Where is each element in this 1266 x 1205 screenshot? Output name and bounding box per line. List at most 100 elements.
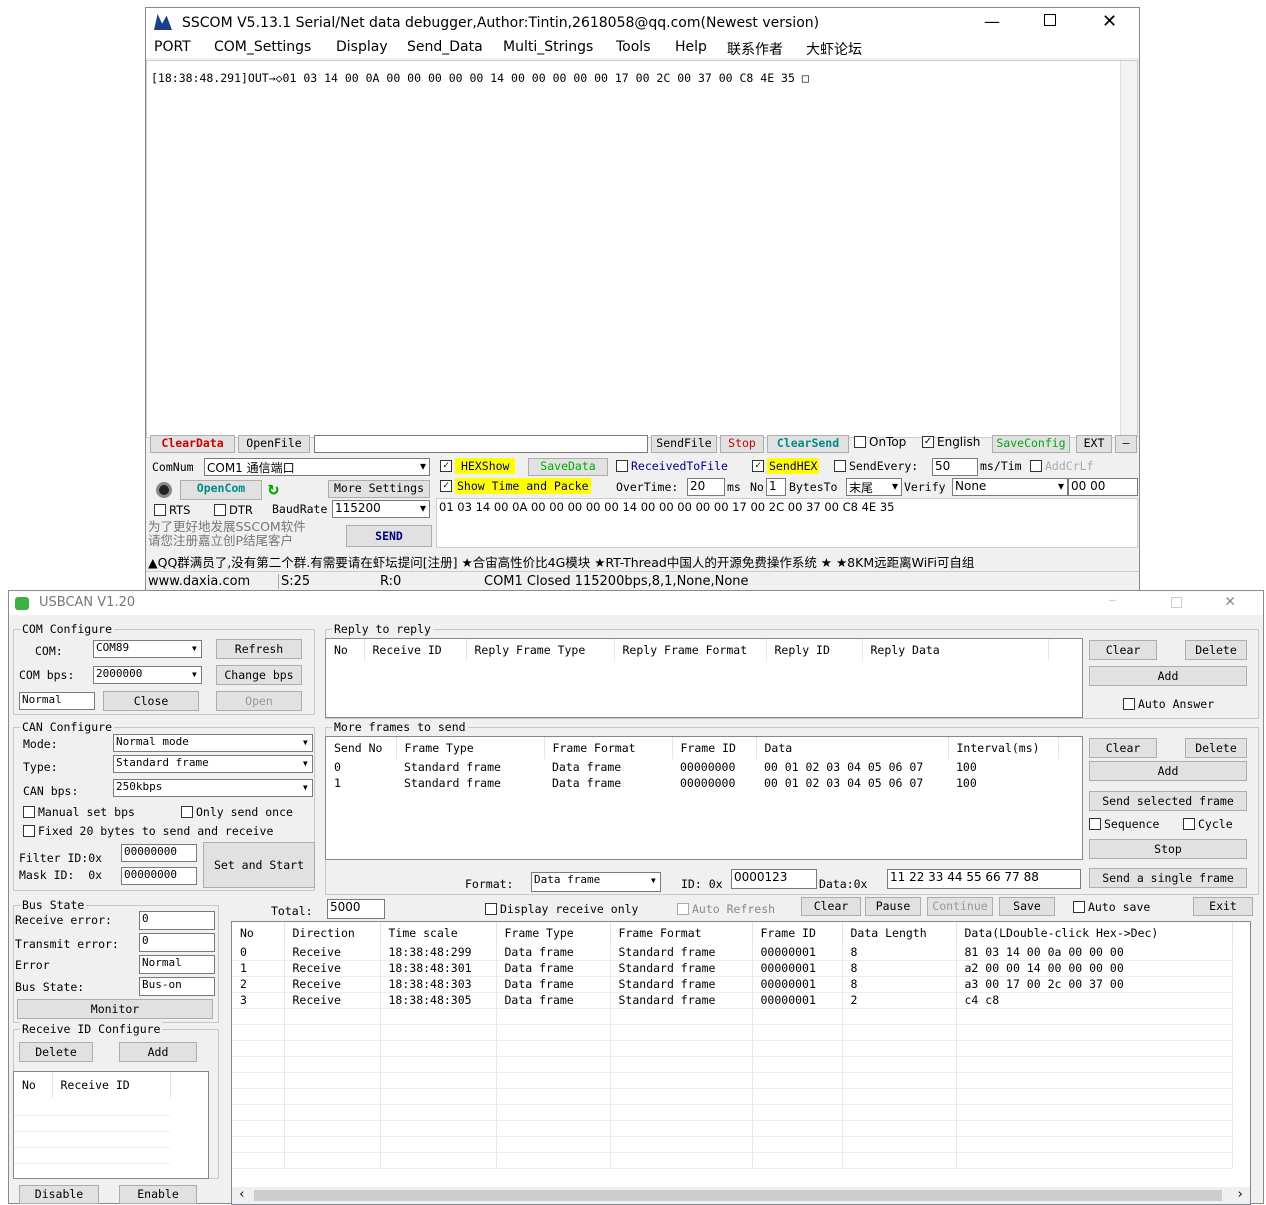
receive-id-table[interactable]: No Receive ID	[13, 1071, 209, 1179]
table-row[interactable]: 1 Receive 18:38:48:301 Data frame Standard f…	[232, 960, 1233, 977]
monitor-button[interactable]: Monitor	[17, 999, 213, 1019]
file-path-input[interactable]	[314, 435, 648, 453]
more-settings-button[interactable]: More Settings	[328, 480, 430, 498]
refresh-button[interactable]: Refresh	[216, 639, 302, 659]
enable-button[interactable]: Enable	[119, 1185, 197, 1204]
set-and-start-button[interactable]: Set and Start	[203, 842, 315, 888]
com-bps-select[interactable]: 2000000	[93, 666, 202, 684]
dtr-checkbox[interactable]: DTR	[214, 503, 253, 517]
received-to-file-checkbox[interactable]: ReceivedToFile	[616, 459, 728, 473]
ext-button[interactable]: EXT	[1076, 435, 1112, 453]
scroll-left-icon[interactable]: ‹	[238, 1187, 246, 1202]
comnum-select[interactable]: COM1 通信端口	[204, 458, 430, 476]
horizontal-scrollbar[interactable]: ‹ ›	[232, 1187, 1250, 1204]
can-bps-select[interactable]: 250kbps	[113, 779, 313, 797]
table-row[interactable]: 0 Receive 18:38:48:299 Data frame Standard f…	[232, 944, 1233, 961]
pause-button[interactable]: Pause	[865, 897, 921, 916]
send-single-frame-button[interactable]: Send a single frame	[1089, 868, 1247, 888]
savedata-button[interactable]: SaveData	[528, 458, 608, 476]
auto-save-checkbox[interactable]: Auto save	[1073, 900, 1150, 914]
mode-select[interactable]: Normal mode	[113, 734, 313, 752]
received-frames-table[interactable]: No Direction Time scale Frame Type Frame…	[231, 921, 1251, 1205]
sendhex-checkbox[interactable]: ✓ SendHEX	[752, 458, 820, 474]
table-row[interactable]: 3 Receive 18:38:48:305 Data frame Standard f…	[232, 992, 1233, 1009]
menu-help[interactable]: Help	[675, 39, 707, 55]
send-clear-button[interactable]: Clear	[1089, 738, 1157, 758]
menu-tools[interactable]: Tools	[616, 39, 651, 55]
continue-button[interactable]: Continue	[927, 897, 993, 916]
maximize-icon[interactable]	[1044, 14, 1056, 26]
open-file-button[interactable]: OpenFile	[238, 435, 310, 453]
stop-button[interactable]: Stop	[720, 435, 764, 453]
scroll-right-icon[interactable]: ›	[1236, 1187, 1244, 1202]
baudrate-select[interactable]: 115200	[332, 500, 430, 518]
save-button[interactable]: Save	[999, 897, 1055, 916]
minimize-icon[interactable]: —	[1109, 593, 1116, 606]
bytes-to-select[interactable]: 末尾	[846, 478, 902, 496]
manual-bps-checkbox[interactable]: Manual set bps	[23, 805, 135, 819]
send-frames-table[interactable]: Send No Frame Type Frame Format Frame ID…	[325, 736, 1083, 860]
table-row[interactable]: 0 Standard frame Data frame 00000000 00 01 0…	[326, 759, 1058, 775]
scroll-thumb[interactable]	[254, 1190, 1222, 1201]
close-button[interactable]: Close	[103, 691, 199, 711]
menu-display[interactable]: Display	[336, 39, 388, 55]
menu-contact[interactable]: 联系作者	[727, 39, 783, 59]
auto-refresh-checkbox[interactable]: Auto Refresh	[677, 902, 775, 916]
english-checkbox[interactable]: ✓ English	[922, 435, 980, 449]
total-input[interactable]: 5000	[327, 899, 385, 919]
log-scrollbar[interactable]	[1120, 61, 1137, 437]
filter-id-input[interactable]: 00000000	[121, 844, 197, 862]
menu-com-settings[interactable]: COM_Settings	[214, 39, 311, 55]
collapse-button[interactable]: —	[1115, 435, 1137, 453]
sequence-checkbox[interactable]: Sequence	[1089, 817, 1159, 831]
maximize-icon[interactable]	[1171, 597, 1182, 608]
on-top-checkbox[interactable]: OnTop	[854, 435, 906, 449]
reply-delete-button[interactable]: Delete	[1185, 640, 1247, 660]
send-selected-frame-button[interactable]: Send selected frame	[1089, 791, 1247, 811]
reply-add-button[interactable]: Add	[1089, 666, 1247, 686]
send-button[interactable]: SEND	[346, 525, 432, 547]
fixed-20-bytes-checkbox[interactable]: Fixed 20 bytes to send and receive	[23, 824, 273, 838]
menu-forum[interactable]: 大虾论坛	[806, 39, 862, 59]
send-file-button[interactable]: SendFile	[651, 435, 717, 453]
com-select[interactable]: COM89	[93, 640, 202, 658]
change-bps-button[interactable]: Change bps	[216, 665, 302, 685]
table-row[interactable]: 2 Receive 18:38:48:303 Data frame Standard f…	[232, 976, 1233, 993]
only-send-once-checkbox[interactable]: Only send once	[181, 805, 293, 819]
clear-send-button[interactable]: ClearSend	[767, 435, 849, 453]
save-config-button[interactable]: SaveConfig	[992, 435, 1070, 453]
table-row[interactable]: 1 Standard frame Data frame 00000000 00 01 0…	[326, 775, 1058, 791]
open-com-button[interactable]: OpenCom	[180, 480, 262, 500]
mask-id-input[interactable]: 00000000	[121, 867, 197, 885]
open-button[interactable]: Open	[216, 691, 302, 711]
reply-clear-button[interactable]: Clear	[1089, 640, 1157, 660]
close-icon[interactable]: ✕	[1225, 591, 1235, 611]
send-every-checkbox[interactable]: SendEvery:	[834, 459, 918, 473]
send-delete-button[interactable]: Delete	[1185, 738, 1247, 758]
send-every-input[interactable]: 50	[932, 458, 978, 476]
menu-multi-strings[interactable]: Multi_Strings	[503, 39, 593, 55]
menu-send-data[interactable]: Send_Data	[407, 39, 483, 55]
cycle-checkbox[interactable]: Cycle	[1183, 817, 1233, 831]
overtime-input[interactable]: 20	[687, 478, 725, 496]
hexshow-checkbox[interactable]: ✓ HEXShow	[440, 458, 516, 474]
display-receive-only-checkbox[interactable]: Display receive only	[485, 902, 638, 916]
reply-table[interactable]: No Receive ID Reply Frame Type Reply Fra…	[325, 638, 1083, 718]
verify-select[interactable]: None	[952, 478, 1068, 496]
format-select[interactable]: Data frame	[531, 872, 661, 892]
id-input[interactable]: 0000123	[731, 869, 817, 889]
type-select[interactable]: Standard frame	[113, 755, 313, 773]
addcrlf-checkbox[interactable]: AddCrLf	[1030, 459, 1093, 473]
receive-clear-button[interactable]: Clear	[801, 897, 861, 916]
show-time-checkbox[interactable]: ✓ Show Time and Packe	[440, 478, 591, 494]
data-input[interactable]: 11 22 33 44 55 66 77 88	[887, 869, 1081, 889]
minimize-icon[interactable]: —	[984, 12, 1000, 31]
exit-button[interactable]: Exit	[1193, 897, 1253, 916]
no-input[interactable]: 1	[766, 478, 786, 496]
close-icon[interactable]: ✕	[1102, 11, 1117, 32]
send-add-button[interactable]: Add	[1089, 761, 1247, 781]
rts-checkbox[interactable]: RTS	[154, 503, 190, 517]
auto-answer-checkbox[interactable]: Auto Answer	[1123, 697, 1214, 711]
clear-data-button[interactable]: ClearData	[150, 435, 235, 453]
disable-button[interactable]: Disable	[19, 1185, 99, 1204]
